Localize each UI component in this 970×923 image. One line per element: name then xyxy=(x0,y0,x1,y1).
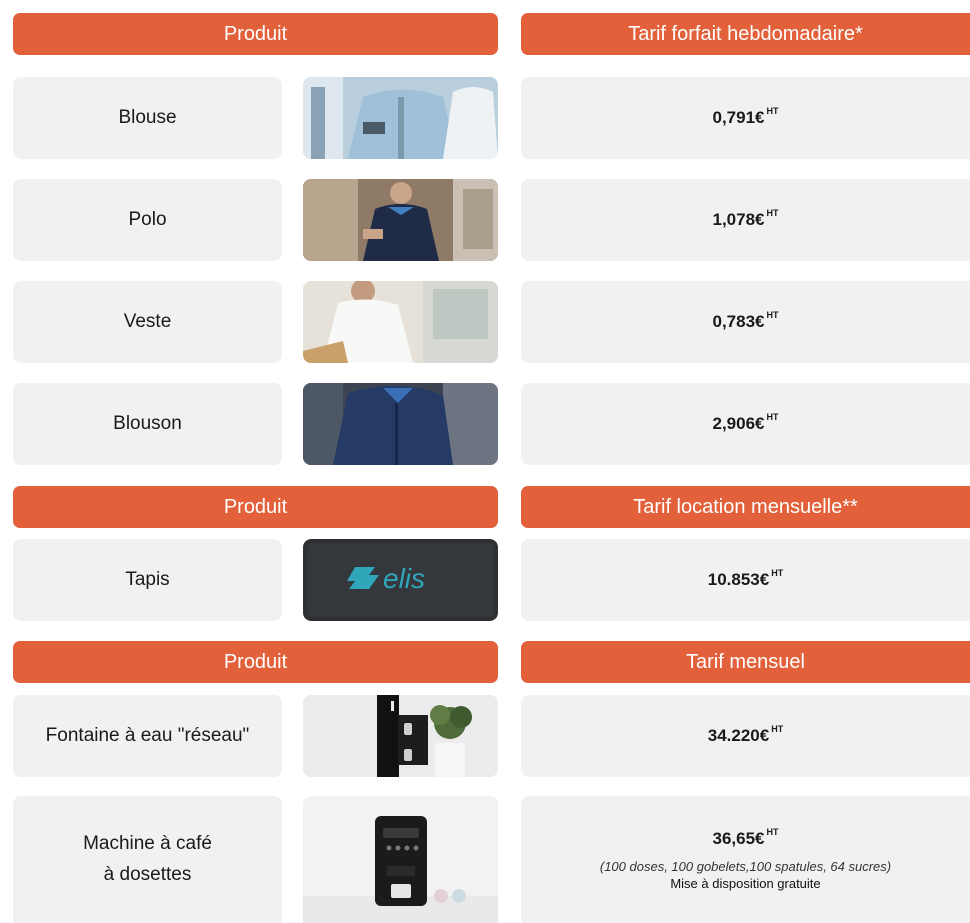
product-name: Polo xyxy=(128,208,167,230)
blue-jacket-photo xyxy=(303,383,498,465)
header-tarif-mensuel: Tarif mensuel xyxy=(521,641,970,683)
price-value: 10.853€ HT xyxy=(707,568,784,589)
price-cell-veste: 0,783€ HT xyxy=(521,281,970,363)
header-produit-3: Produit xyxy=(13,641,498,683)
lab-coat-photo xyxy=(303,77,498,159)
product-cell-fontaine: Fontaine à eau "réseau" xyxy=(13,695,282,777)
product-name: Blouse xyxy=(118,106,177,128)
header-produit-2: Produit xyxy=(13,486,498,528)
product-name-line2: à dosettes xyxy=(103,863,192,885)
product-name: Blouson xyxy=(113,412,182,434)
ht-label: HT xyxy=(766,826,779,837)
product-name-line1: Machine à café xyxy=(83,833,212,855)
price-value: 2,906€ HT xyxy=(712,412,779,433)
ht-label: HT xyxy=(771,568,784,578)
coffee-machine-photo xyxy=(303,796,498,923)
product-cell-polo: Polo xyxy=(13,179,282,261)
white-jacket-photo xyxy=(303,281,498,363)
product-name: Fontaine à eau "réseau" xyxy=(45,724,250,746)
price-cell-blouson: 2,906€ HT xyxy=(521,383,970,465)
price-cell-fontaine: 34.220€ HT xyxy=(521,695,970,777)
header-tarif-location-mensuelle: Tarif location mensuelle** xyxy=(521,486,970,528)
ht-label: HT xyxy=(766,310,779,320)
ht-label: HT xyxy=(766,412,779,422)
ht-label: HT xyxy=(766,106,779,116)
price-value: 36,65€ HT xyxy=(712,826,779,848)
price-cell-tapis: 10.853€ HT xyxy=(521,539,970,621)
price-cell-blouse: 0,791€ HT xyxy=(521,77,970,159)
water-fountain-photo xyxy=(303,695,498,777)
product-name: Tapis xyxy=(125,568,170,590)
elis-mat-photo: elis xyxy=(303,539,498,621)
polo-worker-photo xyxy=(303,179,498,261)
product-name: Veste xyxy=(123,310,172,332)
price-cell-polo: 1,078€ HT xyxy=(521,179,970,261)
price-value: 0,783€ HT xyxy=(712,310,779,331)
price-note: (100 doses, 100 gobelets,100 spatules, 6… xyxy=(599,858,892,874)
ht-label: HT xyxy=(771,724,784,734)
product-cell-machine-cafe: Machine à café à dosettes xyxy=(13,796,282,923)
price-cell-machine-cafe: 36,65€ HT (100 doses, 100 gobelets,100 sp… xyxy=(521,796,970,923)
product-cell-veste: Veste xyxy=(13,281,282,363)
product-cell-blouse: Blouse xyxy=(13,77,282,159)
header-tarif-hebdomadaire: Tarif forfait hebdomadaire* xyxy=(521,13,970,55)
ht-label: HT xyxy=(766,208,779,218)
elis-logo-text: elis xyxy=(383,563,425,594)
product-cell-tapis: Tapis xyxy=(13,539,282,621)
price-value: 1,078€ HT xyxy=(712,208,779,229)
free-provision-note: Mise à disposition gratuite xyxy=(670,875,821,891)
price-value: 34.220€ HT xyxy=(707,724,784,745)
header-produit-1: Produit xyxy=(13,13,498,55)
price-value: 0,791€ HT xyxy=(712,106,779,127)
product-cell-blouson: Blouson xyxy=(13,383,282,465)
